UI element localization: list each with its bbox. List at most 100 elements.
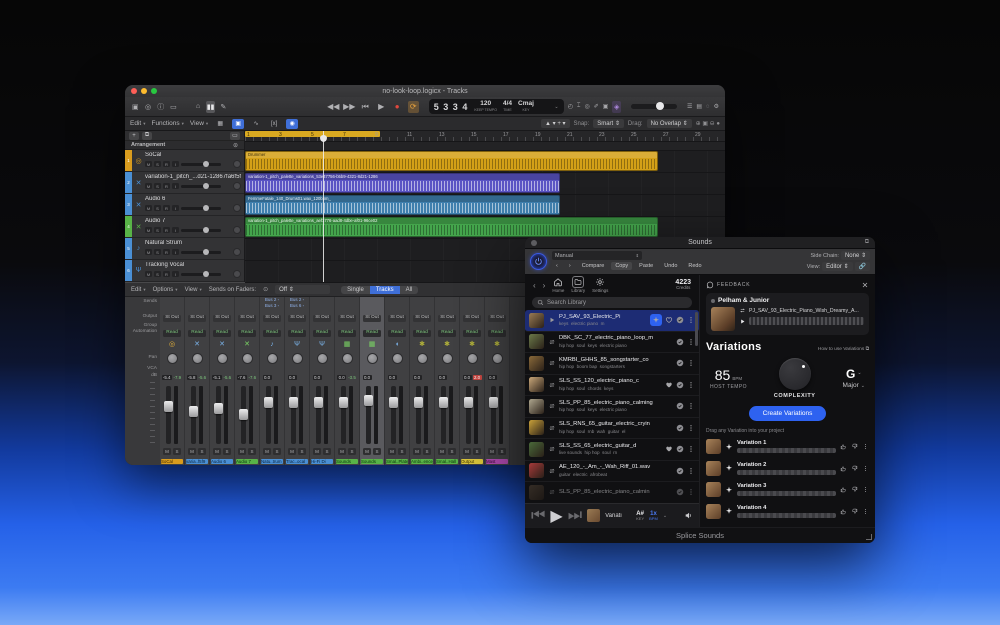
channel-strip[interactable]: St Out Read ▦ 0.0 M S Sounds bbox=[360, 297, 385, 465]
play-icon[interactable] bbox=[739, 318, 746, 325]
send-slot[interactable]: Bus 3 ◦ bbox=[265, 304, 279, 309]
downloaded-check-icon[interactable] bbox=[676, 359, 684, 367]
sample-tags[interactable]: hip hop soul rnb wah guitar el bbox=[559, 429, 673, 435]
track-volume-slider[interactable] bbox=[181, 163, 221, 166]
vca-slot[interactable] bbox=[260, 366, 284, 373]
pan-knob[interactable] bbox=[167, 353, 178, 364]
pan-knob[interactable] bbox=[442, 353, 453, 364]
output-slot[interactable]: St Out bbox=[163, 315, 181, 322]
loop-icon[interactable] bbox=[548, 338, 556, 346]
vca-slot[interactable] bbox=[435, 366, 459, 373]
fader-area[interactable] bbox=[410, 382, 434, 446]
vca-slot[interactable] bbox=[210, 366, 234, 373]
play-button[interactable]: ▶ bbox=[376, 101, 387, 113]
variation-waveform[interactable] bbox=[737, 470, 836, 475]
mute-button[interactable]: M bbox=[145, 161, 152, 167]
output-slot[interactable]: St Out bbox=[263, 315, 281, 322]
view-select[interactable]: Editor ⇕ bbox=[822, 262, 852, 271]
loop-icon[interactable]: ◌ bbox=[706, 104, 710, 110]
search-input[interactable]: Search Library bbox=[532, 297, 692, 308]
channel-solo-button[interactable]: S bbox=[348, 448, 356, 455]
sample-row[interactable]: SLS_SS_65_electric_guitar_d live sounds … bbox=[525, 439, 699, 461]
sends-area[interactable] bbox=[235, 297, 259, 314]
loop-icon[interactable] bbox=[548, 445, 556, 453]
pan-knob[interactable] bbox=[417, 353, 428, 364]
rewind-button[interactable]: ◀◀ bbox=[328, 101, 339, 113]
channel-mute-button[interactable]: M bbox=[163, 448, 171, 455]
sample-tags[interactable]: guitar electric afrobeat bbox=[559, 472, 673, 478]
variation-row[interactable]: Variation 3 bbox=[706, 479, 869, 501]
nav-home[interactable]: Home bbox=[552, 277, 564, 293]
forward-button[interactable]: ▶▶ bbox=[344, 101, 355, 113]
channel-mute-button[interactable]: M bbox=[488, 448, 496, 455]
track-header[interactable]: 5 ♪ Natural Strum M S R I bbox=[125, 238, 244, 260]
grid-icon[interactable]: ▦ bbox=[214, 119, 226, 129]
solo-button[interactable]: S bbox=[154, 183, 161, 189]
thumbs-down-icon[interactable] bbox=[851, 486, 858, 493]
track-header[interactable]: 4 ✕ Audio 7 M S R I bbox=[125, 216, 244, 238]
player-key[interactable]: A#KEY bbox=[636, 511, 644, 521]
pan-knob[interactable] bbox=[467, 353, 478, 364]
gear-icon[interactable]: ⚙ bbox=[714, 103, 719, 110]
master-volume-slider[interactable] bbox=[631, 104, 677, 109]
loop-icon[interactable] bbox=[548, 402, 556, 410]
chevron-down-icon[interactable]: ⌄ bbox=[663, 513, 667, 519]
downloaded-check-icon[interactable] bbox=[676, 402, 684, 410]
copy-button[interactable]: Copy bbox=[611, 262, 632, 270]
send-slot[interactable]: Bus 2 ◦ bbox=[290, 298, 304, 303]
channel-solo-button[interactable]: S bbox=[498, 448, 506, 455]
output-slot[interactable]: St Out bbox=[463, 315, 481, 322]
output-slot[interactable]: St Out bbox=[488, 315, 506, 322]
channel-mute-button[interactable]: M bbox=[188, 448, 196, 455]
track-pan-knob[interactable] bbox=[233, 182, 241, 190]
channel-mute-button[interactable]: M bbox=[438, 448, 446, 455]
vca-slot[interactable] bbox=[385, 366, 409, 373]
track-lane[interactable]: FemmeFatale_140_Drums01.wax_120bpm_ bbox=[245, 195, 725, 217]
automation-mode[interactable]: Read bbox=[263, 330, 280, 337]
playhead[interactable] bbox=[323, 131, 324, 282]
zoom-controls[interactable]: ⊕ ▣ ⊖ ● bbox=[696, 120, 720, 127]
sends-area[interactable] bbox=[485, 297, 509, 314]
nav-library[interactable]: Library bbox=[571, 277, 585, 293]
volume-fader[interactable] bbox=[391, 386, 396, 444]
sample-row[interactable]: SLS_SS_120_electric_piano_c hip hop soul… bbox=[525, 375, 699, 397]
sends-area[interactable] bbox=[335, 297, 359, 314]
paste-button[interactable]: Paste bbox=[635, 262, 657, 270]
solo-button[interactable]: S bbox=[154, 161, 161, 167]
output-slot[interactable]: St Out bbox=[288, 315, 306, 322]
record-button[interactable]: ● bbox=[392, 101, 403, 113]
automation-mode[interactable]: Read bbox=[213, 330, 230, 337]
solo-button[interactable]: S bbox=[154, 271, 161, 277]
pan-knob[interactable] bbox=[242, 353, 253, 364]
channel-mute-button[interactable]: M bbox=[363, 448, 371, 455]
add-track-button[interactable]: + bbox=[129, 132, 139, 140]
pan-knob[interactable] bbox=[292, 353, 303, 364]
volume-fader[interactable] bbox=[291, 386, 296, 444]
audio-region[interactable]: Drummer bbox=[245, 151, 658, 171]
fader-area[interactable] bbox=[310, 382, 334, 446]
fader-area[interactable] bbox=[485, 382, 509, 446]
fader-area[interactable] bbox=[460, 382, 484, 446]
pack-card[interactable]: Pelham & Junior PJ_SAV_93_Electric_Piano… bbox=[706, 293, 869, 335]
channel-name[interactable]: Output bbox=[461, 459, 483, 464]
audio-region[interactable]: variation-1_pitch_palette_variations_aef… bbox=[245, 217, 658, 237]
channel-name[interactable]: Audio 6 bbox=[211, 459, 233, 464]
vca-slot[interactable] bbox=[485, 366, 509, 373]
more-options-icon[interactable] bbox=[862, 508, 869, 515]
channel-solo-button[interactable]: S bbox=[248, 448, 256, 455]
track-header[interactable]: 3 ✕ Audio 6 M S R I bbox=[125, 194, 244, 216]
vca-slot[interactable] bbox=[460, 366, 484, 373]
drag-select[interactable]: No Overlap ⇕ bbox=[647, 119, 692, 128]
sends-area[interactable]: Bus 2 ◦Bus 6 ◦ bbox=[285, 297, 309, 314]
snap-select[interactable]: Smart ⇕ bbox=[593, 119, 624, 128]
undo-button[interactable]: Undo bbox=[660, 262, 681, 270]
mute-button[interactable]: M bbox=[145, 205, 152, 211]
channel-solo-button[interactable]: S bbox=[448, 448, 456, 455]
channel-mute-button[interactable]: M bbox=[213, 448, 221, 455]
vca-slot[interactable] bbox=[285, 366, 309, 373]
volume-fader[interactable] bbox=[216, 386, 221, 444]
downloaded-check-icon[interactable] bbox=[676, 381, 684, 389]
output-slot[interactable]: St Out bbox=[413, 315, 431, 322]
redo-button[interactable]: Redo bbox=[684, 262, 705, 270]
input-monitor-button[interactable]: I bbox=[172, 227, 179, 233]
